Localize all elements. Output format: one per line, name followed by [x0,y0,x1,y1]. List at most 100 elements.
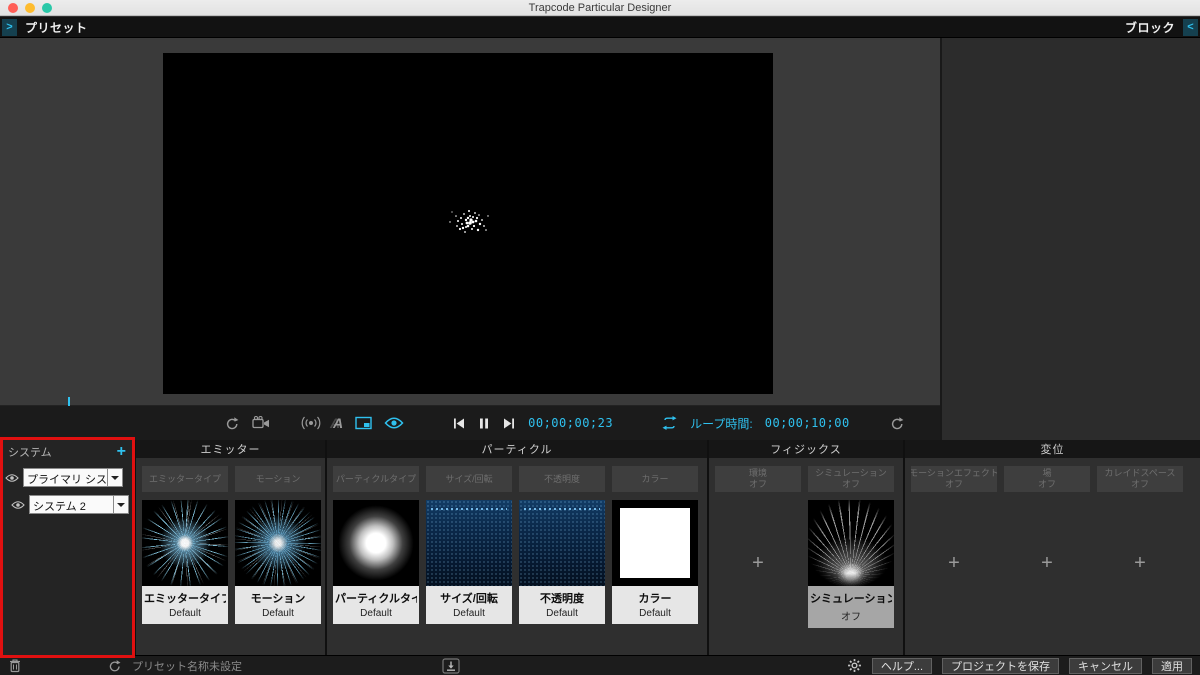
tab-line2: オフ [748,479,767,489]
panel-header-bar: > プリセット ブロック < [0,17,1200,38]
section-title: フィジックス [709,440,903,458]
block-card-particle-type[interactable]: パーティクルタイプ Default [333,500,419,624]
block-card-emitter-type[interactable]: エミッタータイプ Default [142,500,228,624]
playhead-marker[interactable] [68,397,70,406]
tab-line2: オフ [841,479,860,489]
window-titlebar: Trapcode Particular Designer [0,0,1200,16]
undo-icon[interactable] [225,416,240,431]
blocks-panel [940,38,1200,440]
blocks-panel-label[interactable]: ブロック [1125,19,1175,36]
card-title: モーション [250,593,306,605]
plus-icon: + [1041,551,1053,574]
tab-line1: 環境 [748,468,767,478]
param-tab: パーティクルタイプ [333,466,419,492]
pause-icon[interactable] [478,417,490,430]
save-project-button[interactable]: プロジェクトを保存 [942,657,1059,674]
section-emitter: エミッター エミッタータイプ エミッタータイプ Default モーション モー… [136,440,325,655]
param-tab: サイズ/回転 [426,466,512,492]
param-tab: モーション [235,466,321,492]
cancel-button[interactable]: キャンセル [1069,657,1142,674]
preview-area: A 00;00;00;23 ループ時間: 00;00;10;00 [0,38,940,440]
loop-timecode[interactable]: 00;00;10;00 [765,416,850,430]
tab-line1: モーションエフェクト [911,468,997,478]
block-card-motion[interactable]: モーション Default [235,500,321,624]
current-timecode: 00;00;00;23 [528,416,614,430]
system-select[interactable]: システム 2 [29,495,129,514]
preset-name-field[interactable]: プリセット名称未設定 [132,658,242,674]
system-select[interactable]: プライマリ システム [23,468,123,487]
blocks-region: システム + プライマリ システム システム 2 エミッター [0,440,1200,655]
thumbnail-soft-sphere [333,500,419,586]
card-subtitle: Default [169,608,201,619]
card-subtitle: Default [453,608,485,619]
tab-line2: オフ [944,479,963,489]
presets-panel-label[interactable]: プリセット [25,19,88,36]
motion-blur-icon[interactable]: A [333,415,343,431]
trash-icon[interactable] [8,658,22,673]
block-card-size-rotation[interactable]: サイズ/回転 Default [426,500,512,624]
thumbnail-firework-burst [142,500,228,586]
param-tab: 環境 オフ [715,466,801,492]
emitter-visibility-icon[interactable] [301,415,321,431]
thumbnail-white-swatch [612,500,698,586]
tab-line1: 不透明度 [543,473,580,484]
thumbnail-firework-burst [235,500,321,586]
bottom-action-bar: プリセット名称未設定 ヘルプ... プロジェクトを保存 キャンセル 適用 [0,655,1200,675]
system-row: プライマリ システム [0,464,134,491]
presets-collapse-icon[interactable]: > [2,18,17,36]
help-button[interactable]: ヘルプ... [871,657,932,674]
loop-icon[interactable] [661,416,678,430]
section-title: パーティクル [327,440,707,458]
card-title: カラー [638,593,672,605]
plus-icon: + [948,551,960,574]
card-subtitle: Default [546,608,578,619]
card-subtitle: オフ [841,612,861,623]
next-frame-icon[interactable] [502,417,516,430]
tab-line1: サイズ/回転 [445,473,493,484]
plus-icon: + [752,551,764,574]
chevron-down-icon[interactable] [107,469,122,486]
add-block-button[interactable]: + [911,500,997,626]
add-block-button[interactable]: + [1004,500,1090,626]
card-title: シミュレーション [810,593,892,605]
particle-burst-preview [449,210,489,233]
apply-button[interactable]: 適用 [1152,657,1192,674]
thumbnail-particle-trails [808,500,894,586]
reset-loop-icon[interactable] [890,416,905,431]
add-block-button[interactable]: + [1097,500,1183,626]
tab-line1: エミッタータイプ [148,473,221,484]
card-title: エミッタータイプ [144,593,226,605]
param-tab: エミッタータイプ [142,466,228,492]
block-card-opacity[interactable]: 不透明度 Default [519,500,605,624]
camera-export-icon[interactable] [252,416,271,430]
undo-icon[interactable] [108,659,122,673]
card-subtitle: Default [262,608,294,619]
tab-line1: パーティクルタイプ [335,473,417,484]
import-preset-icon[interactable] [442,657,460,674]
add-system-icon[interactable]: + [117,444,126,460]
block-card-simulation[interactable]: シミュレーション オフ [808,500,894,628]
block-card-color[interactable]: カラー Default [612,500,698,624]
add-block-button[interactable]: + [715,500,801,626]
chevron-down-icon[interactable] [113,496,128,513]
fit-to-screen-icon[interactable] [355,416,372,430]
tab-line2: オフ [1037,479,1056,489]
param-tab: カラー [612,466,698,492]
tab-line2: オフ [1130,479,1149,489]
gear-icon[interactable] [847,658,862,673]
skip-to-start-icon[interactable] [452,417,466,430]
section-physics: フィジックス 環境 オフ + シミュレーション オフ シミュレーション オフ [709,440,903,655]
visibility-eye-icon[interactable] [11,500,25,510]
system-select-value: プライマリ システム [27,474,107,486]
visibility-eye-icon[interactable] [5,473,19,483]
preview-visibility-eye-icon[interactable] [384,416,404,430]
system-panel-title: システム [8,447,52,459]
section-title: エミッター [136,440,325,458]
preview-timeline[interactable] [0,396,940,406]
blocks-collapse-icon[interactable]: < [1183,18,1198,36]
preview-canvas[interactable] [163,53,773,394]
system-select-value: システム 2 [33,501,86,513]
param-tab: カレイドスペース オフ [1097,466,1183,492]
tab-line1: モーション [255,473,301,484]
thumbnail-curve-panel [519,500,605,586]
